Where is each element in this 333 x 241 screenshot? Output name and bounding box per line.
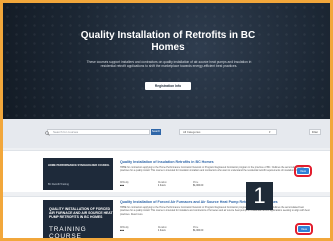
chevron-down-icon: ▾ <box>269 130 271 134</box>
meta-duration: Duration 4 hours <box>158 227 167 232</box>
page-title: Quality Installation of Retrofits in BC … <box>80 30 256 53</box>
meta-price: Price $1,000.00 <box>193 227 204 232</box>
search-input[interactable]: Search for courses <box>47 129 150 135</box>
course-meta: Difficulty ■■■ Duration 4 hours Price $1,00… <box>120 182 220 190</box>
hero-banner: Quality Installation of Retrofits in BC … <box>3 3 330 119</box>
thumbnail-org-logo: HOME PERFORMANCE STAKEHOLDER COUNCIL <box>48 164 110 167</box>
filter-button[interactable]: Filter <box>309 129 321 135</box>
step-number-badge: 1 <box>246 182 273 210</box>
course-title[interactable]: Quality Installation of Insulation Retro… <box>120 160 214 164</box>
course-thumbnail[interactable]: HOME PERFORMANCE STAKEHOLDER COUNCIL BC … <box>43 158 113 190</box>
registration-info-button[interactable]: Registration Info <box>145 82 191 90</box>
course-meta: Difficulty ■■■ Duration 4 hours Price $1,00… <box>120 227 220 235</box>
search-icon <box>45 131 50 136</box>
hero-subtitle: These courses support installers and con… <box>86 60 252 69</box>
meta-difficulty: Difficulty ■■■ <box>120 182 129 187</box>
thumbnail-course-label: COURSE <box>49 233 82 240</box>
view-course-button[interactable]: View <box>295 223 313 235</box>
meta-duration: Duration 4 hours <box>158 182 167 187</box>
view-course-button[interactable]: View <box>294 165 312 177</box>
course-card: HOME PERFORMANCE STAKEHOLDER COUNCIL BC … <box>3 150 330 192</box>
course-card: QUALITY INSTALLATION OF FORCED AIR FURNA… <box>3 196 330 241</box>
course-thumbnail[interactable]: QUALITY INSTALLATION OF FORCED AIR FURNA… <box>43 200 113 241</box>
category-select[interactable]: All Categories <box>179 129 277 135</box>
thumbnail-training-label: TRAINING <box>49 226 87 233</box>
thumbnail-tagline: BC Retrofit Training <box>48 183 69 186</box>
search-button[interactable]: Search <box>151 129 161 135</box>
search-placeholder: Search for courses <box>53 130 79 134</box>
course-description: HPBE for contractors applying to the Hom… <box>120 206 310 216</box>
thumbnail-heading: QUALITY INSTALLATION OF FORCED AIR FURNA… <box>49 207 113 220</box>
course-description: HPBE for contractors applying to the Hom… <box>120 166 307 173</box>
meta-difficulty: Difficulty ■■■ <box>120 227 129 232</box>
search-bar: Search for courses Search All Categories… <box>3 119 330 148</box>
meta-price: Price $1,000.00 <box>193 182 204 187</box>
